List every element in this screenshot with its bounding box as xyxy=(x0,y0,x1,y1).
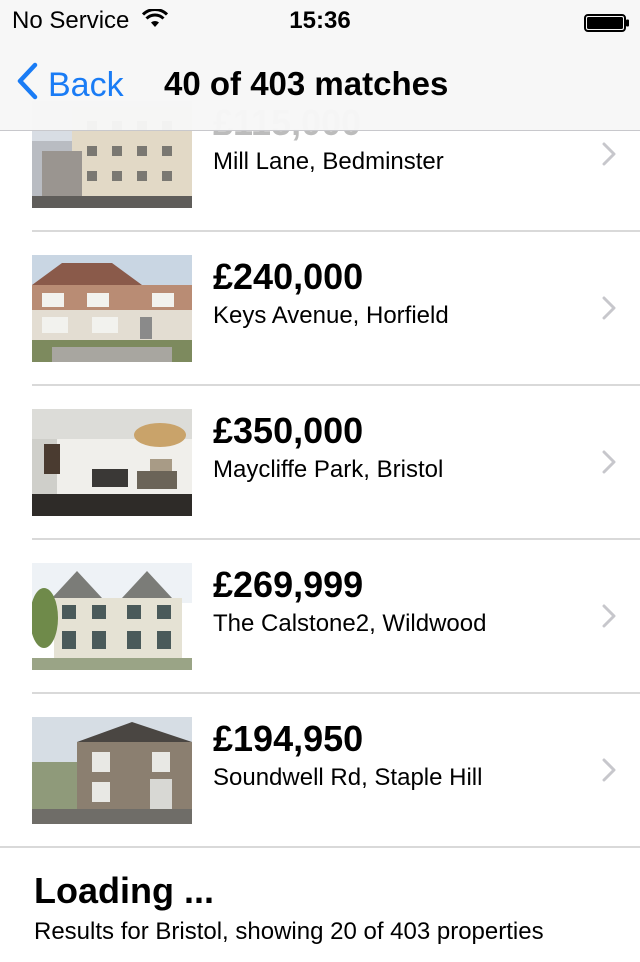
list-item[interactable]: £350,000 Maycliffe Park, Bristol xyxy=(0,386,640,540)
chevron-left-icon xyxy=(16,62,48,109)
listing-price: £350,000 xyxy=(213,410,364,451)
navigation-bar: Back 40 of 403 matches xyxy=(0,40,640,131)
list-item[interactable]: £194,950 Soundwell Rd, Staple Hill xyxy=(0,694,640,848)
page-title: 40 of 403 matches xyxy=(164,65,449,102)
list-item[interactable]: £240,000 Keys Avenue, Horfield xyxy=(0,232,640,386)
chevron-right-icon xyxy=(602,296,616,325)
listing-address: Maycliffe Park, Bristol xyxy=(213,456,444,483)
chevron-right-icon xyxy=(602,142,616,171)
listing-price: £240,000 xyxy=(213,256,364,297)
clock: 15:36 xyxy=(289,7,351,34)
chevron-right-icon xyxy=(602,450,616,479)
property-photo xyxy=(32,409,192,516)
loading-label: Loading ... xyxy=(34,870,214,911)
listing-address: The Calstone2, Wildwood xyxy=(213,610,487,637)
property-photo xyxy=(32,717,192,824)
status-bar: No Service 15:36 xyxy=(0,0,640,40)
property-photo xyxy=(32,255,192,362)
loading-footer: Loading ... Results for Bristol, showing… xyxy=(0,846,640,962)
property-photo xyxy=(32,563,192,670)
listing-price: £269,999 xyxy=(213,564,364,605)
back-label: Back xyxy=(48,65,124,104)
listing-address: Soundwell Rd, Staple Hill xyxy=(213,764,483,791)
chevron-right-icon xyxy=(602,758,616,787)
back-button[interactable]: Back xyxy=(16,62,124,108)
listing-price: £194,950 xyxy=(213,718,364,759)
list-item[interactable]: £269,999 The Calstone2, Wildwood xyxy=(0,540,640,694)
results-summary: Results for Bristol, showing 20 of 403 p… xyxy=(34,918,544,945)
listing-address: Keys Avenue, Horfield xyxy=(213,302,449,329)
battery-icon xyxy=(584,11,629,32)
chevron-right-icon xyxy=(602,604,616,633)
listing-address: Mill Lane, Bedminster xyxy=(213,148,444,175)
